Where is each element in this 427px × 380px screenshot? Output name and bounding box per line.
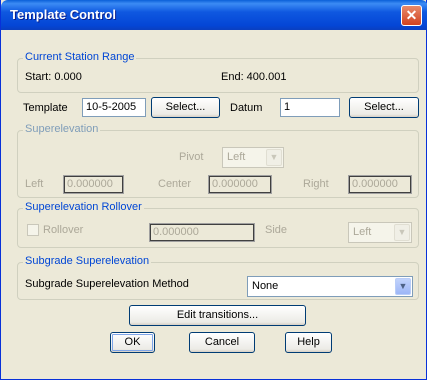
left-field[interactable]: 0.000000 — [63, 175, 124, 194]
chevron-down-icon: ▼ — [394, 224, 410, 241]
cancel-button[interactable]: Cancel — [189, 332, 255, 353]
rollover-group: Superelevation Rollover Rollover 0.00000… — [17, 201, 419, 248]
template-control-dialog: Template Control ✕ Current Station Range… — [0, 0, 427, 380]
left-label: Left — [25, 178, 44, 190]
close-icon: ✕ — [405, 7, 418, 23]
rollover-label: Rollover — [43, 224, 84, 236]
template-field[interactable]: 10-5-2005 — [82, 98, 146, 117]
start-station: Start: 0.000 — [25, 71, 82, 83]
pivot-dropdown[interactable]: Left ▼ — [222, 147, 284, 168]
chevron-down-icon: ▼ — [266, 149, 282, 166]
pivot-value: Left — [227, 151, 246, 163]
title-bar[interactable]: Template Control ✕ — [1, 0, 427, 30]
subgrade-legend: Subgrade Superelevation — [23, 255, 152, 267]
rollover-checkbox[interactable] — [27, 224, 39, 236]
close-button[interactable]: ✕ — [401, 5, 422, 26]
template-label: Template — [23, 102, 68, 114]
datum-label: Datum — [230, 102, 263, 114]
superelevation-legend: Superelevation — [23, 123, 101, 135]
station-range-group: Current Station Range Start: 0.000 End: … — [17, 51, 419, 93]
subgrade-method-dropdown[interactable]: None ▼ — [247, 276, 413, 297]
subgrade-method-value: None — [252, 280, 279, 292]
pivot-label: Pivot — [179, 151, 204, 163]
right-field[interactable]: 0.000000 — [348, 175, 412, 194]
window-title: Template Control — [10, 7, 116, 22]
center-label: Center — [158, 178, 192, 190]
datum-select-button[interactable]: Select... — [349, 97, 419, 118]
side-dropdown[interactable]: Left ▼ — [348, 222, 412, 243]
rollover-legend: Superelevation Rollover — [23, 201, 144, 213]
station-range-legend: Current Station Range — [23, 51, 137, 63]
right-label: Right — [303, 178, 329, 190]
end-station: End: 400.001 — [221, 71, 287, 83]
superelevation-group: Superelevation Pivot Left ▼ Left 0.00000… — [17, 123, 419, 198]
side-label: Side — [265, 224, 288, 236]
template-select-button[interactable]: Select... — [151, 97, 220, 118]
datum-field[interactable]: 1 — [280, 98, 340, 117]
subgrade-method-label: Subgrade Superelevation Method — [25, 278, 189, 290]
chevron-down-icon: ▼ — [395, 278, 411, 295]
center-field[interactable]: 0.000000 — [208, 175, 272, 194]
subgrade-group: Subgrade Superelevation Subgrade Superel… — [17, 255, 419, 300]
side-value: Left — [353, 226, 372, 238]
edit-transitions-button[interactable]: Edit transitions... — [129, 305, 306, 326]
rollover-field[interactable]: 0.000000 — [149, 223, 255, 242]
help-button[interactable]: Help — [285, 332, 332, 353]
ok-button[interactable]: OK — [110, 332, 155, 353]
